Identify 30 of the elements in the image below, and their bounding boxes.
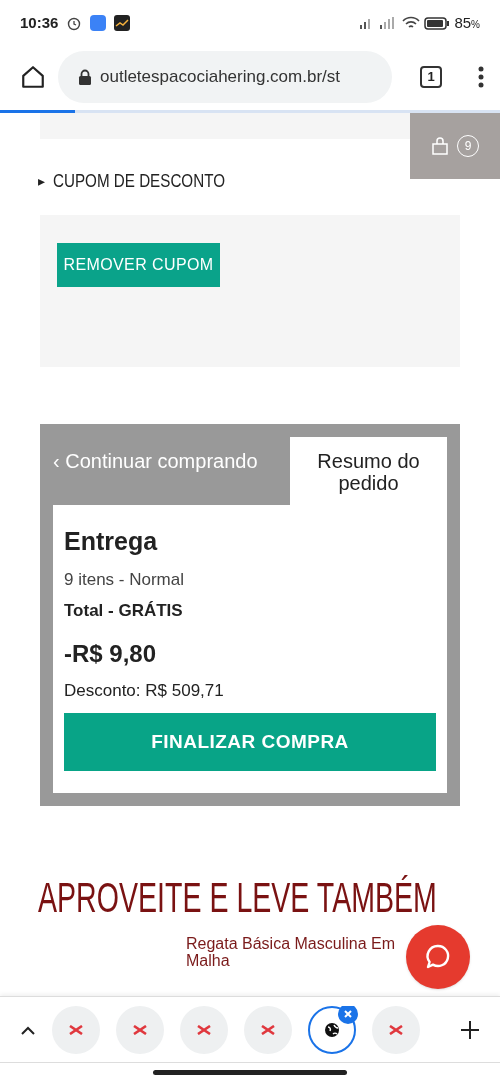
new-tab-icon[interactable]: [460, 1019, 480, 1040]
chart-app-icon: [114, 15, 131, 31]
chat-bubble-icon: [424, 943, 452, 971]
tab-count-button[interactable]: 1: [420, 66, 442, 88]
order-tab[interactable]: Resumo do pedido: [290, 437, 447, 505]
app-notification-icon: [90, 15, 107, 31]
address-bar[interactable]: outletespacociahering.com.br/st: [58, 51, 392, 103]
product-name[interactable]: Regata Básica Masculina Em Malha: [186, 935, 396, 969]
globe-icon: [324, 1021, 340, 1038]
discount-amount: Desconto: R$ 509,71: [64, 679, 225, 702]
battery-icon: [424, 16, 451, 30]
shopping-bag-icon: [431, 137, 449, 155]
order-total: -R$ 9,80: [64, 638, 158, 669]
home-icon[interactable]: [20, 64, 46, 90]
expand-arrow[interactable]: ▸: [38, 170, 45, 192]
lock-icon: [78, 69, 92, 85]
shipping-total: Total - GRÁTIS: [64, 600, 184, 622]
url-text: outletespacociahering.com.br/st: [100, 66, 341, 89]
coupon-label[interactable]: CUPOM DE DESCONTO: [53, 166, 225, 196]
browser-tab[interactable]: [308, 1005, 356, 1054]
alarm-icon: [66, 15, 83, 31]
more-options-icon[interactable]: [478, 65, 484, 89]
upsell-heading: APROVEITE E LEVE TAMBÉM: [38, 873, 437, 923]
battery-percentage: 85%: [454, 12, 480, 33]
wifi-icon: [402, 16, 421, 30]
delivery-title: Entrega: [64, 526, 159, 557]
items-count: 9 itens - Normal: [64, 568, 185, 591]
chat-button[interactable]: [406, 925, 470, 989]
clock-time: 10:36: [20, 12, 59, 33]
close-tab-icon[interactable]: [338, 1005, 358, 1024]
